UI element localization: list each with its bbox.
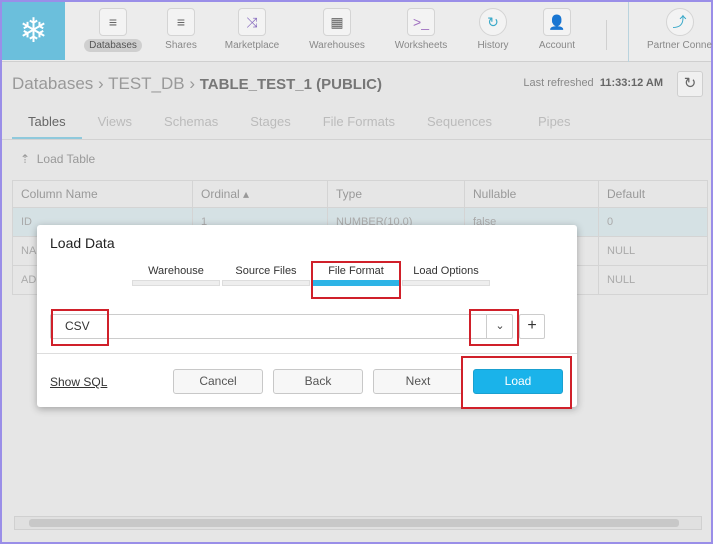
nav-marketplace[interactable]: ⤨ Marketplace xyxy=(217,8,287,51)
col-header[interactable]: Type xyxy=(327,180,465,208)
table-header: Column Name Ordinal ▴ Type Nullable Default xyxy=(12,180,708,208)
divider xyxy=(2,139,711,140)
tab-file-formats[interactable]: File Formats xyxy=(307,114,411,140)
highlight-box xyxy=(311,261,401,299)
nav-warehouses[interactable]: ▦ Warehouses xyxy=(302,8,372,51)
tab-schemas[interactable]: Schemas xyxy=(148,114,234,140)
highlight-box xyxy=(461,356,572,409)
add-file-format-button[interactable]: + xyxy=(519,314,545,339)
file-format-select[interactable]: CSV xyxy=(50,314,513,339)
col-header[interactable]: Column Name xyxy=(12,180,193,208)
share-icon: ≡ xyxy=(167,8,195,36)
tab-stages[interactable]: Stages xyxy=(234,114,306,140)
breadcrumb-db[interactable]: TEST_DB xyxy=(108,74,185,93)
next-button[interactable]: Next xyxy=(373,369,463,394)
top-nav: ❄ ≡ Databases ≡ Shares ⤨ Marketplace ▦ Wareh… xyxy=(2,2,713,62)
breadcrumb-databases[interactable]: Databases xyxy=(12,74,93,93)
col-header[interactable]: Nullable xyxy=(464,180,599,208)
nav-worksheets[interactable]: >_ Worksheets xyxy=(386,8,456,51)
scrollbar-thumb[interactable] xyxy=(29,519,679,527)
horizontal-scrollbar[interactable] xyxy=(14,516,702,530)
tab-bar: Tables Views Schemas Stages File Formats… xyxy=(12,114,587,140)
refresh-button[interactable]: ↻ xyxy=(677,71,703,97)
show-sql-link[interactable]: Show SQL xyxy=(50,375,107,389)
shuffle-icon: ⤨ xyxy=(238,8,266,36)
tab-pipes[interactable]: Pipes xyxy=(508,114,587,140)
step-load-options[interactable]: Load Options xyxy=(402,265,490,286)
last-refreshed: Last refreshed 11:33:12 AM xyxy=(523,77,663,89)
nav-partner-connect[interactable]: ⤴ Partner Conne xyxy=(642,8,713,51)
snowflake-logo-icon[interactable]: ❄ xyxy=(2,2,65,60)
highlight-box xyxy=(51,309,109,346)
upload-icon: ⇡ xyxy=(20,152,31,166)
load-table-button[interactable]: ⇡ Load Table xyxy=(20,152,95,166)
nav-history[interactable]: ↻ History xyxy=(458,8,528,51)
tab-sequences[interactable]: Sequences xyxy=(411,114,508,140)
dialog-title: Load Data xyxy=(50,235,115,251)
nav-divider xyxy=(606,20,607,50)
cancel-button[interactable]: Cancel xyxy=(173,369,263,394)
col-header[interactable]: Ordinal ▴ xyxy=(192,180,328,208)
step-source-files[interactable]: Source Files xyxy=(222,265,310,286)
partner-icon: ⤴ xyxy=(665,8,694,36)
nav-shares[interactable]: ≡ Shares xyxy=(146,8,216,51)
highlight-box xyxy=(469,309,519,346)
user-icon: 👤 xyxy=(543,8,571,36)
tab-tables[interactable]: Tables xyxy=(12,114,82,140)
database-icon: ≡ xyxy=(99,8,127,36)
nav-databases[interactable]: ≡ Databases xyxy=(78,8,148,52)
back-button[interactable]: Back xyxy=(273,369,363,394)
history-icon: ↻ xyxy=(479,8,507,36)
breadcrumb: Databases › TEST_DB › TABLE_TEST_1 (PUBL… xyxy=(12,74,382,93)
nav-account[interactable]: 👤 Account xyxy=(522,8,592,51)
tab-views[interactable]: Views xyxy=(82,114,148,140)
step-warehouse[interactable]: Warehouse xyxy=(132,265,220,286)
load-data-dialog: Load Data Warehouse Source Files File Fo… xyxy=(37,225,577,409)
warehouse-icon: ▦ xyxy=(323,8,351,36)
breadcrumb-table: TABLE_TEST_1 (PUBLIC) xyxy=(199,76,382,93)
nav-divider xyxy=(628,2,629,62)
col-header[interactable]: Default xyxy=(598,180,708,208)
divider xyxy=(37,353,577,354)
terminal-icon: >_ xyxy=(407,8,435,36)
